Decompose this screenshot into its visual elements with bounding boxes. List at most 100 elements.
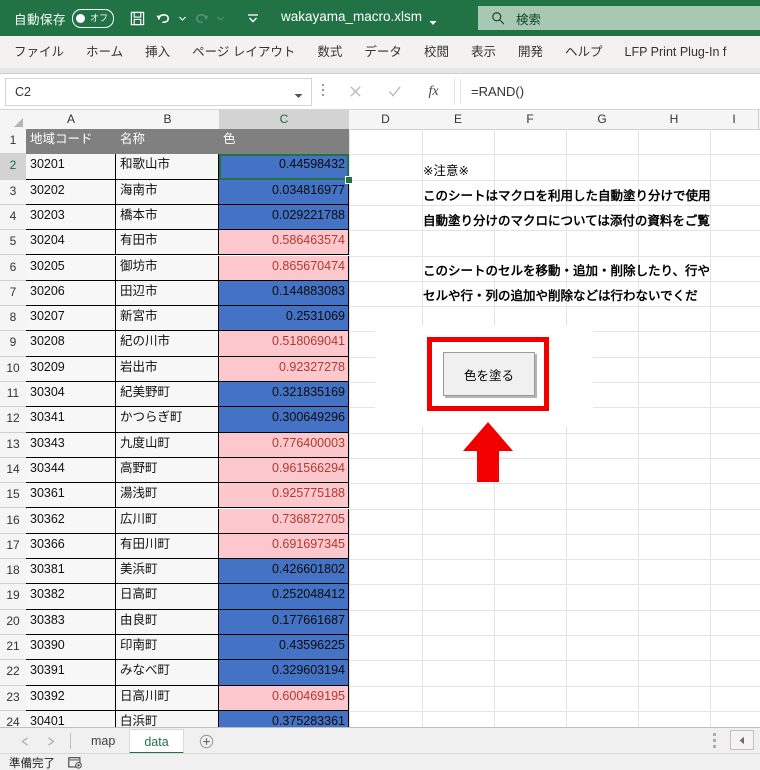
cell-B8[interactable]: 新宮市 — [116, 306, 219, 332]
cell-A2[interactable]: 30201 — [26, 154, 116, 180]
cell-A24[interactable]: 30401 — [26, 710, 116, 727]
horizontal-scroll-left-button[interactable] — [730, 730, 754, 750]
cell-C9[interactable]: 0.518069041 — [219, 331, 349, 357]
cell-C23[interactable]: 0.600469195 — [219, 685, 349, 711]
cell-A22[interactable]: 30391 — [26, 660, 116, 686]
row-header-9[interactable]: 9 — [0, 331, 26, 357]
cell-A4[interactable]: 30203 — [26, 204, 116, 231]
row-header-13[interactable]: 13 — [0, 432, 26, 458]
cell-A16[interactable]: 30362 — [26, 508, 116, 534]
cell-C24[interactable]: 0.375283361 — [219, 710, 349, 727]
column-header-D[interactable]: D — [349, 110, 423, 129]
cell-C20[interactable]: 0.177661687 — [219, 609, 349, 635]
save-button[interactable] — [124, 5, 150, 31]
next-sheet-button[interactable] — [38, 730, 64, 752]
column-header-H[interactable]: H — [638, 110, 711, 129]
sheet-tab-map[interactable]: map — [77, 729, 129, 754]
formula-input[interactable]: =RAND() — [460, 79, 760, 104]
cell-C1[interactable]: 色 — [219, 129, 349, 155]
insert-function-button[interactable]: fx — [414, 78, 453, 105]
paint-color-button[interactable]: 色を塗る — [443, 352, 535, 396]
cell-A21[interactable]: 30390 — [26, 635, 116, 661]
undo-button[interactable] — [150, 5, 176, 31]
column-header-B[interactable]: B — [116, 110, 220, 129]
row-header-22[interactable]: 22 — [0, 660, 26, 686]
cell-C7[interactable]: 0.144883083 — [219, 280, 349, 307]
cell-C10[interactable]: 0.92327278 — [219, 356, 349, 382]
cell-B18[interactable]: 美浜町 — [116, 559, 219, 585]
row-header-8[interactable]: 8 — [0, 306, 26, 332]
select-all-button[interactable] — [0, 110, 27, 129]
row-header-10[interactable]: 10 — [0, 356, 26, 382]
cell-C6[interactable]: 0.865670474 — [219, 255, 349, 281]
cell-B17[interactable]: 有田川町 — [116, 533, 219, 560]
cancel-entry-button[interactable] — [336, 78, 375, 105]
cell-C14[interactable]: 0.961566294 — [219, 457, 349, 484]
cell-A8[interactable]: 30207 — [26, 306, 116, 332]
cell-B1[interactable]: 名称 — [116, 129, 219, 155]
column-header-I[interactable]: I — [710, 110, 759, 129]
cell-B6[interactable]: 御坊市 — [116, 255, 219, 281]
cell-C16[interactable]: 0.736872705 — [219, 508, 349, 534]
add-sheet-button[interactable] — [194, 730, 220, 752]
ribbon-tab-7[interactable]: 表示 — [460, 36, 507, 68]
row-header-19[interactable]: 19 — [0, 584, 26, 610]
cells-area[interactable]: 地域コード 名称色 30201 和歌山市 0.44598432 30202 海南市 0.034… — [26, 129, 760, 727]
cell-A14[interactable]: 30344 — [26, 457, 116, 484]
autosave-toggle[interactable]: オフ — [72, 8, 115, 28]
cell-B7[interactable]: 田辺市 — [116, 280, 219, 307]
ribbon-tab-10[interactable]: LFP Print Plug-In f — [614, 36, 738, 68]
cell-A18[interactable]: 30381 — [26, 559, 116, 585]
cell-A11[interactable]: 30304 — [26, 382, 116, 408]
cell-A5[interactable]: 30204 — [26, 230, 116, 256]
ribbon-tab-5[interactable]: データ — [353, 36, 413, 68]
cell-A6[interactable]: 30205 — [26, 255, 116, 281]
row-header-6[interactable]: 6 — [0, 255, 26, 281]
row-header-15[interactable]: 15 — [0, 483, 26, 509]
cell-C21[interactable]: 0.43596225 — [219, 635, 349, 661]
cell-B3[interactable]: 海南市 — [116, 179, 219, 205]
row-header-20[interactable]: 20 — [0, 609, 26, 635]
row-header-12[interactable]: 12 — [0, 407, 26, 433]
cell-B12[interactable]: かつらぎ町 — [116, 407, 219, 433]
cell-C13[interactable]: 0.776400003 — [219, 432, 349, 458]
cell-A20[interactable]: 30383 — [26, 609, 116, 635]
row-header-5[interactable]: 5 — [0, 230, 26, 256]
row-header-24[interactable]: 24 — [0, 710, 26, 727]
ribbon-tab-9[interactable]: ヘルプ — [554, 36, 614, 68]
row-header-3[interactable]: 3 — [0, 179, 26, 205]
cell-B5[interactable]: 有田市 — [116, 230, 219, 256]
ribbon-tab-6[interactable]: 校閲 — [413, 36, 460, 68]
cell-C18[interactable]: 0.426601802 — [219, 559, 349, 585]
row-header-14[interactable]: 14 — [0, 457, 26, 484]
row-header-21[interactable]: 21 — [0, 635, 26, 661]
ribbon-tab-4[interactable]: 数式 — [306, 36, 353, 68]
cell-B16[interactable]: 広川町 — [116, 508, 219, 534]
fill-handle[interactable] — [345, 175, 353, 184]
autosave-control[interactable]: 自動保存 オフ — [14, 8, 115, 28]
record-macro-button[interactable] — [68, 756, 82, 769]
ribbon-tab-8[interactable]: 開発 — [507, 36, 554, 68]
cell-A12[interactable]: 30341 — [26, 407, 116, 433]
cell-A19[interactable]: 30382 — [26, 584, 116, 610]
cell-A7[interactable]: 30206 — [26, 280, 116, 307]
cell-B19[interactable]: 日高町 — [116, 584, 219, 610]
cell-B20[interactable]: 由良町 — [116, 609, 219, 635]
row-header-2[interactable]: 2 — [0, 154, 26, 180]
cell-C17[interactable]: 0.691697345 — [219, 533, 349, 560]
ribbon-tab-3[interactable]: ページ レイアウト — [181, 36, 306, 68]
row-header-11[interactable]: 11 — [0, 382, 26, 408]
cell-A13[interactable]: 30343 — [26, 432, 116, 458]
cell-B23[interactable]: 日高川町 — [116, 685, 219, 711]
cell-B2[interactable]: 和歌山市 — [116, 154, 219, 180]
row-header-23[interactable]: 23 — [0, 685, 26, 711]
column-header-F[interactable]: F — [494, 110, 567, 129]
cell-B21[interactable]: 印南町 — [116, 635, 219, 661]
cell-C3[interactable]: 0.034816977 — [219, 179, 349, 205]
ribbon-tab-0[interactable]: ファイル — [0, 36, 75, 68]
cell-B9[interactable]: 紀の川市 — [116, 331, 219, 357]
cell-A3[interactable]: 30202 — [26, 179, 116, 205]
row-header-16[interactable]: 16 — [0, 508, 26, 534]
cell-A23[interactable]: 30392 — [26, 685, 116, 711]
column-header-G[interactable]: G — [566, 110, 639, 129]
